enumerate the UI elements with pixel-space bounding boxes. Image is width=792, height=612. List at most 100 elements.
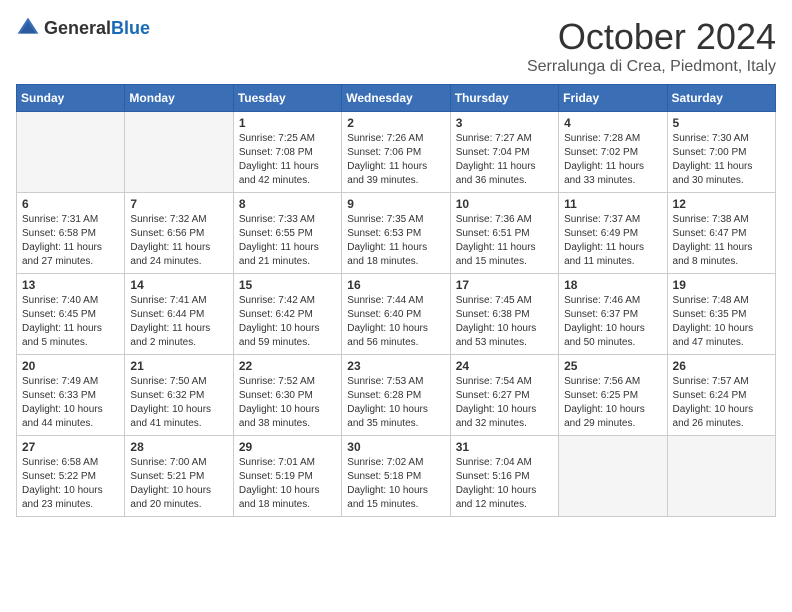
cell-info: Sunrise: 7:46 AMSunset: 6:37 PMDaylight:…: [564, 294, 661, 350]
day-number: 26: [673, 359, 770, 373]
calendar-week-row: 1 Sunrise: 7:25 AMSunset: 7:08 PMDaylight…: [17, 112, 776, 193]
day-number: 6: [22, 197, 119, 211]
calendar-cell: 1 Sunrise: 7:25 AMSunset: 7:08 PMDaylight…: [233, 112, 341, 193]
day-number: 20: [22, 359, 119, 373]
calendar-table: SundayMondayTuesdayWednesdayThursdayFrid…: [16, 84, 776, 517]
day-number: 9: [347, 197, 444, 211]
day-number: 28: [130, 440, 227, 454]
logo-general-text: General: [44, 18, 111, 38]
calendar-cell: 23 Sunrise: 7:53 AMSunset: 6:28 PMDayligh…: [342, 355, 450, 436]
day-number: 4: [564, 116, 661, 130]
calendar-cell: 30 Sunrise: 7:02 AMSunset: 5:18 PMDayligh…: [342, 436, 450, 517]
day-number: 12: [673, 197, 770, 211]
page-header: GeneralBlue October 2024 Serralunga di C…: [16, 16, 776, 76]
day-header-monday: Monday: [125, 85, 233, 112]
calendar-cell: 29 Sunrise: 7:01 AMSunset: 5:19 PMDayligh…: [233, 436, 341, 517]
day-header-thursday: Thursday: [450, 85, 558, 112]
day-number: 25: [564, 359, 661, 373]
cell-info: Sunrise: 7:26 AMSunset: 7:06 PMDaylight:…: [347, 132, 444, 188]
cell-info: Sunrise: 7:48 AMSunset: 6:35 PMDaylight:…: [673, 294, 770, 350]
logo-blue-text: Blue: [111, 18, 150, 38]
calendar-cell: 25 Sunrise: 7:56 AMSunset: 6:25 PMDayligh…: [559, 355, 667, 436]
calendar-cell: 11Sunrise: 7:37 AMSunset: 6:49 PMDayligh…: [559, 193, 667, 274]
day-number: 13: [22, 278, 119, 292]
calendar-cell: 4Sunrise: 7:28 AMSunset: 7:02 PMDaylight…: [559, 112, 667, 193]
calendar-cell: 6Sunrise: 7:31 AMSunset: 6:58 PMDaylight…: [17, 193, 125, 274]
day-number: 27: [22, 440, 119, 454]
cell-info: Sunrise: 7:25 AMSunset: 7:08 PMDaylight:…: [239, 132, 336, 188]
cell-info: Sunrise: 7:54 AMSunset: 6:27 PMDaylight:…: [456, 375, 553, 431]
calendar-week-row: 13Sunrise: 7:40 AMSunset: 6:45 PMDayligh…: [17, 274, 776, 355]
cell-info: Sunrise: 7:45 AMSunset: 6:38 PMDaylight:…: [456, 294, 553, 350]
day-number: 19: [673, 278, 770, 292]
cell-info: Sunrise: 7:04 AMSunset: 5:16 PMDaylight:…: [456, 456, 553, 512]
day-number: 23: [347, 359, 444, 373]
calendar-cell: 12 Sunrise: 7:38 AMSunset: 6:47 PMDayligh…: [667, 193, 775, 274]
calendar-cell: 31 Sunrise: 7:04 AMSunset: 5:16 PMDayligh…: [450, 436, 558, 517]
calendar-cell: 28 Sunrise: 7:00 AMSunset: 5:21 PMDayligh…: [125, 436, 233, 517]
calendar-cell: 16Sunrise: 7:44 AMSunset: 6:40 PMDayligh…: [342, 274, 450, 355]
day-header-friday: Friday: [559, 85, 667, 112]
logo-icon: [16, 16, 40, 40]
day-number: 24: [456, 359, 553, 373]
month-title: October 2024: [527, 16, 776, 58]
cell-info: Sunrise: 7:38 AMSunset: 6:47 PMDaylight:…: [673, 213, 770, 269]
cell-info: Sunrise: 7:32 AMSunset: 6:56 PMDaylight:…: [130, 213, 227, 269]
cell-info: Sunrise: 7:35 AMSunset: 6:53 PMDaylight:…: [347, 213, 444, 269]
day-number: 17: [456, 278, 553, 292]
cell-info: Sunrise: 7:27 AMSunset: 7:04 PMDaylight:…: [456, 132, 553, 188]
day-number: 30: [347, 440, 444, 454]
calendar-cell: 27 Sunrise: 6:58 AMSunset: 5:22 PMDayligh…: [17, 436, 125, 517]
cell-info: Sunrise: 7:57 AMSunset: 6:24 PMDaylight:…: [673, 375, 770, 431]
calendar-header-row: SundayMondayTuesdayWednesdayThursdayFrid…: [17, 85, 776, 112]
day-number: 15: [239, 278, 336, 292]
calendar-cell: 8 Sunrise: 7:33 AMSunset: 6:55 PMDaylight…: [233, 193, 341, 274]
cell-info: Sunrise: 7:33 AMSunset: 6:55 PMDaylight:…: [239, 213, 336, 269]
cell-info: Sunrise: 7:00 AMSunset: 5:21 PMDaylight:…: [130, 456, 227, 512]
day-header-tuesday: Tuesday: [233, 85, 341, 112]
calendar-cell: 21 Sunrise: 7:50 AMSunset: 6:32 PMDayligh…: [125, 355, 233, 436]
calendar-week-row: 6Sunrise: 7:31 AMSunset: 6:58 PMDaylight…: [17, 193, 776, 274]
calendar-cell: [559, 436, 667, 517]
calendar-cell: 15Sunrise: 7:42 AMSunset: 6:42 PMDayligh…: [233, 274, 341, 355]
calendar-cell: [125, 112, 233, 193]
logo: GeneralBlue: [16, 16, 150, 40]
cell-info: Sunrise: 6:58 AMSunset: 5:22 PMDaylight:…: [22, 456, 119, 512]
calendar-cell: 19 Sunrise: 7:48 AMSunset: 6:35 PMDayligh…: [667, 274, 775, 355]
day-number: 14: [130, 278, 227, 292]
calendar-cell: 2Sunrise: 7:26 AMSunset: 7:06 PMDaylight…: [342, 112, 450, 193]
calendar-cell: 17 Sunrise: 7:45 AMSunset: 6:38 PMDayligh…: [450, 274, 558, 355]
day-number: 31: [456, 440, 553, 454]
title-block: October 2024 Serralunga di Crea, Piedmon…: [527, 16, 776, 76]
cell-info: Sunrise: 7:01 AMSunset: 5:19 PMDaylight:…: [239, 456, 336, 512]
calendar-cell: 7Sunrise: 7:32 AMSunset: 6:56 PMDaylight…: [125, 193, 233, 274]
day-number: 1: [239, 116, 336, 130]
day-number: 22: [239, 359, 336, 373]
cell-info: Sunrise: 7:50 AMSunset: 6:32 PMDaylight:…: [130, 375, 227, 431]
day-header-sunday: Sunday: [17, 85, 125, 112]
calendar-cell: 26 Sunrise: 7:57 AMSunset: 6:24 PMDayligh…: [667, 355, 775, 436]
cell-info: Sunrise: 7:30 AMSunset: 7:00 PMDaylight:…: [673, 132, 770, 188]
calendar-cell: 20Sunrise: 7:49 AMSunset: 6:33 PMDayligh…: [17, 355, 125, 436]
day-number: 10: [456, 197, 553, 211]
calendar-week-row: 27 Sunrise: 6:58 AMSunset: 5:22 PMDayligh…: [17, 436, 776, 517]
calendar-cell: 5 Sunrise: 7:30 AMSunset: 7:00 PMDaylight…: [667, 112, 775, 193]
day-number: 29: [239, 440, 336, 454]
cell-info: Sunrise: 7:37 AMSunset: 6:49 PMDaylight:…: [564, 213, 661, 269]
cell-info: Sunrise: 7:41 AMSunset: 6:44 PMDaylight:…: [130, 294, 227, 350]
cell-info: Sunrise: 7:53 AMSunset: 6:28 PMDaylight:…: [347, 375, 444, 431]
calendar-cell: 13Sunrise: 7:40 AMSunset: 6:45 PMDayligh…: [17, 274, 125, 355]
calendar-cell: 18 Sunrise: 7:46 AMSunset: 6:37 PMDayligh…: [559, 274, 667, 355]
day-number: 21: [130, 359, 227, 373]
day-header-saturday: Saturday: [667, 85, 775, 112]
cell-info: Sunrise: 7:52 AMSunset: 6:30 PMDaylight:…: [239, 375, 336, 431]
calendar-cell: 9 Sunrise: 7:35 AMSunset: 6:53 PMDaylight…: [342, 193, 450, 274]
day-header-wednesday: Wednesday: [342, 85, 450, 112]
day-number: 5: [673, 116, 770, 130]
cell-info: Sunrise: 7:02 AMSunset: 5:18 PMDaylight:…: [347, 456, 444, 512]
calendar-cell: 10Sunrise: 7:36 AMSunset: 6:51 PMDayligh…: [450, 193, 558, 274]
calendar-week-row: 20Sunrise: 7:49 AMSunset: 6:33 PMDayligh…: [17, 355, 776, 436]
day-number: 18: [564, 278, 661, 292]
cell-info: Sunrise: 7:56 AMSunset: 6:25 PMDaylight:…: [564, 375, 661, 431]
day-number: 8: [239, 197, 336, 211]
